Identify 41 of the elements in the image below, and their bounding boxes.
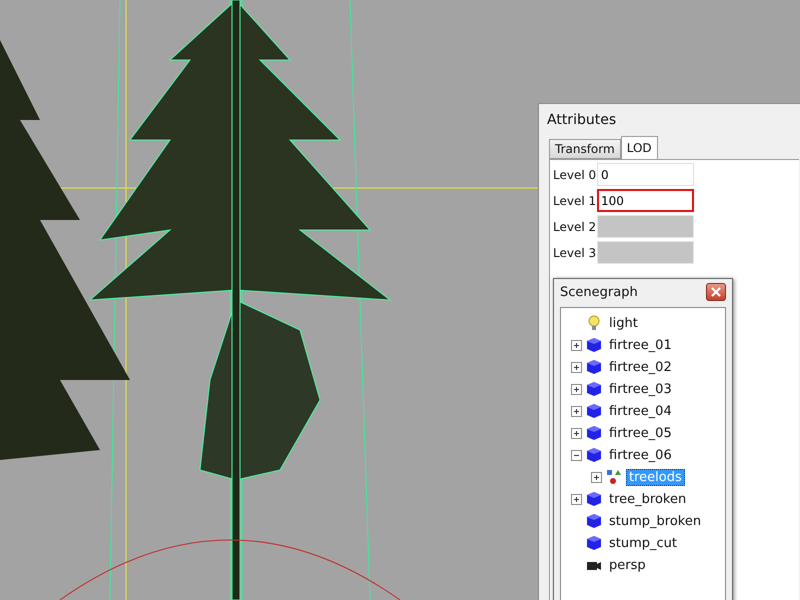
- tab[interactable]: Transform: [549, 139, 621, 159]
- expand-icon[interactable]: [591, 472, 602, 482]
- tree-item[interactable]: tree_broken: [606, 490, 690, 508]
- panel-title: Attributes: [547, 112, 618, 128]
- cube-icon: [585, 534, 603, 552]
- cube-icon: [585, 424, 603, 442]
- field-label: Level 1: [553, 194, 595, 208]
- tree-item[interactable]: firtree_06: [606, 446, 675, 464]
- tree-item[interactable]: firtree_04: [606, 402, 675, 420]
- cube-icon: [585, 490, 603, 508]
- cube-icon: [585, 358, 603, 376]
- cube-icon: [585, 512, 603, 530]
- tree-item[interactable]: firtree_01: [606, 336, 675, 354]
- cube-icon: [585, 380, 603, 398]
- expand-icon[interactable]: [571, 362, 582, 372]
- close-icon: [711, 287, 721, 297]
- window-title: Scenegraph: [560, 284, 638, 300]
- expand-icon[interactable]: [571, 494, 582, 504]
- expand-icon[interactable]: [571, 340, 582, 350]
- close-button[interactable]: [706, 283, 726, 301]
- cube-icon: [585, 446, 603, 464]
- field-label: Level 2: [553, 220, 595, 234]
- tree-item[interactable]: stump_cut: [606, 534, 680, 552]
- collapse-icon[interactable]: [571, 450, 582, 460]
- expand-icon[interactable]: [571, 406, 582, 416]
- tree-item[interactable]: firtree_02: [606, 358, 675, 376]
- cube-icon: [585, 402, 603, 420]
- tree-item[interactable]: firtree_05: [606, 424, 675, 442]
- tree-item[interactable]: persp: [606, 556, 649, 574]
- tree-item[interactable]: stump_broken: [606, 512, 704, 530]
- cube-icon: [585, 336, 603, 354]
- field-label: Level 0: [553, 168, 595, 182]
- input-field[interactable]: 0: [597, 163, 694, 186]
- field-label: Level 3: [553, 246, 595, 260]
- tree-item[interactable]: light: [606, 314, 641, 332]
- expand-icon[interactable]: [571, 384, 582, 394]
- input-field[interactable]: 100: [597, 189, 694, 212]
- shapes-icon: [605, 468, 623, 486]
- tab[interactable]: LOD: [620, 136, 658, 159]
- tree-item[interactable]: firtree_03: [606, 380, 675, 398]
- expand-icon[interactable]: [571, 428, 582, 438]
